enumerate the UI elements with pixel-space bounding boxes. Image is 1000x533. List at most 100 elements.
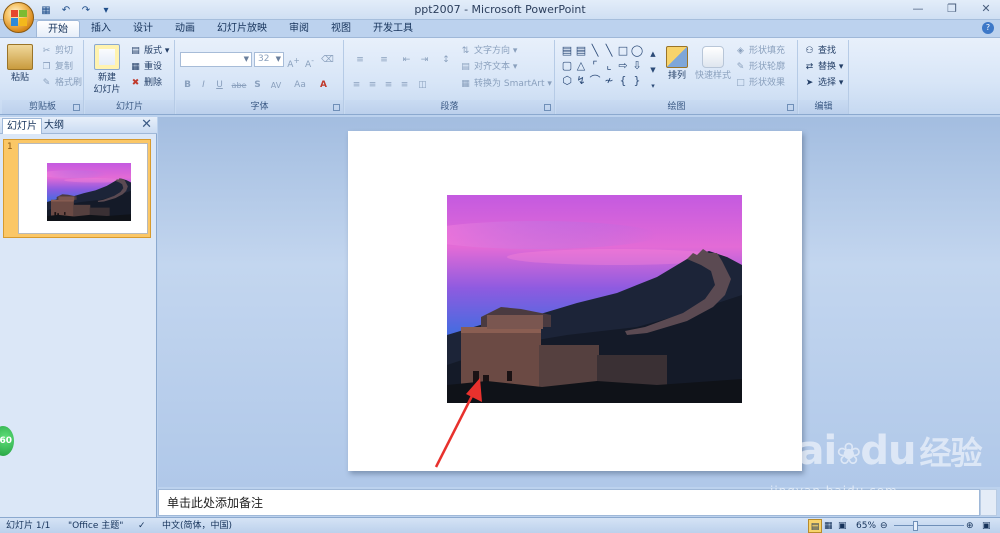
align-left-icon[interactable]: ≡ [349,77,364,92]
down-arrow-shape-icon[interactable]: ⇩ [630,59,644,72]
line-spacing-icon[interactable]: ↕ [437,52,455,67]
shadow-button[interactable]: S [250,77,265,92]
slide-thumbnail-1[interactable]: 1 [3,139,151,238]
gallery-scroll-down-icon[interactable]: ▼ [648,64,658,77]
close-icon[interactable]: ✕ [141,117,152,132]
justify-icon[interactable]: ≡ [397,77,412,92]
shape-fill-button[interactable]: ◈ 形状填充 [734,44,785,59]
hexagon-shape-icon[interactable]: ⬡ [560,74,574,87]
right-arrow-shape-icon[interactable]: ⇨ [616,59,630,72]
great-wall-photo[interactable] [447,195,742,403]
slideshow-view-icon[interactable]: ▣ [838,519,847,533]
clear-format-icon[interactable]: ⌫ [320,52,335,67]
bold-button[interactable]: B [180,77,195,92]
zoom-slider[interactable] [894,525,964,526]
tab-slides-panel[interactable]: 幻灯片 [2,118,42,134]
zoom-level[interactable]: 65% [856,519,876,533]
vertical-textbox-shape-icon[interactable]: ▤ [574,44,588,57]
tab-design[interactable]: 设计 [122,20,164,37]
arc-shape-icon[interactable]: ⌒ [588,74,602,87]
font-color-icon[interactable]: A [316,77,331,92]
select-button[interactable]: ➤ 选择 ▾ [803,76,844,91]
line-shape-icon[interactable]: ╲ [602,44,616,57]
font-launcher-icon[interactable] [333,104,340,111]
gallery-more-icon[interactable]: ▾ [648,80,658,93]
lightning-shape-icon[interactable]: ↯ [574,74,588,87]
freeform-shape-icon[interactable]: ≁ [602,74,616,87]
arrange-button[interactable]: 排列 [662,46,692,82]
align-center-icon[interactable]: ≡ [365,77,380,92]
replace-button[interactable]: ⇄ 替换 ▾ [803,60,844,75]
zoom-in-icon[interactable]: ⊕ [966,519,974,533]
grow-font-icon[interactable]: A+ [286,52,301,70]
restore-icon[interactable]: ❐ [942,1,962,17]
zoom-out-icon[interactable]: ⊖ [880,519,888,533]
tab-review[interactable]: 审阅 [278,20,320,37]
line-shape-icon[interactable]: ╲ [588,44,602,57]
strikethrough-button[interactable]: abe [230,77,248,92]
italic-button[interactable]: I [196,77,211,92]
rectangle-shape-icon[interactable]: □ [616,44,630,57]
increase-indent-icon[interactable]: ⇥ [417,52,432,67]
font-name-combo[interactable]: ▼ [180,52,252,67]
clipboard-launcher-icon[interactable] [73,104,80,111]
underline-button[interactable]: U [212,77,227,92]
copy-button[interactable]: ❐ 复制 [40,60,73,75]
tab-developer[interactable]: 开发工具 [362,20,424,37]
tab-home[interactable]: 开始 [36,20,80,37]
close-icon[interactable]: ✕ [976,1,996,17]
delete-slide-button[interactable]: ✖ 删除 [129,76,162,91]
quick-styles-button[interactable]: 快速样式 [694,46,732,82]
help-icon[interactable]: ? [982,22,994,34]
new-slide-button[interactable]: 新建 幻灯片 [89,44,125,96]
tab-animations[interactable]: 动画 [164,20,206,37]
find-button[interactable]: ⚇ 查找 [803,44,836,59]
tab-outline-panel[interactable]: 大纲 [40,118,68,134]
left-brace-icon[interactable]: { [616,74,630,87]
slide-canvas[interactable] [348,131,802,471]
align-right-icon[interactable]: ≡ [381,77,396,92]
gallery-scroll-up-icon[interactable]: ▲ [648,48,658,61]
shape-outline-button[interactable]: ✎ 形状轮廓 [734,60,785,75]
zoom-slider-thumb[interactable] [913,521,918,531]
columns-icon[interactable]: ◫ [415,77,430,92]
numbering-icon[interactable]: ≡ [373,52,395,67]
elbow-connector-icon[interactable]: ⌜ [588,59,602,72]
cut-button[interactable]: ✂ 剪切 [40,44,73,59]
convert-smartart-button[interactable]: ▦ 转换为 SmartArt ▾ [459,77,552,92]
reset-button[interactable]: ▦ 重设 [129,60,162,75]
elbow-arrow-icon[interactable]: ⌞ [602,59,616,72]
decrease-indent-icon[interactable]: ⇤ [399,52,414,67]
minimize-icon[interactable]: — [908,1,928,17]
fit-window-icon[interactable]: ▣ [982,519,991,533]
slide-info: 幻灯片 1/1 [6,521,51,531]
triangle-shape-icon[interactable]: △ [574,59,588,72]
paragraph-launcher-icon[interactable] [544,104,551,111]
textbox-shape-icon[interactable]: ▤ [560,44,574,57]
layout-button[interactable]: ▤ 版式 ▾ [129,44,169,59]
tab-view[interactable]: 视图 [320,20,362,37]
office-button[interactable] [3,2,34,33]
drawing-launcher-icon[interactable] [787,104,794,111]
format-painter-button[interactable]: ✎ 格式刷 [40,76,82,91]
text-direction-button[interactable]: ⇅ 文字方向 ▾ [459,44,518,59]
layout-icon: ▤ [131,45,140,56]
tab-slideshow[interactable]: 幻灯片放映 [206,20,278,37]
char-spacing-button[interactable]: AV [266,77,286,92]
align-text-button[interactable]: ▤ 对齐文本 ▾ [459,60,517,75]
slide-sorter-icon[interactable]: ▦ [824,519,833,533]
normal-view-icon[interactable]: ▤ [808,519,822,533]
shapes-gallery[interactable]: ▤ ▤ ╲ ╲ □ ◯ ▢ △ ⌜ ⌞ ⇨ ⇩ ⬡ ↯ ⌒ ≁ { } ▲ ▼ … [560,44,660,96]
font-size-combo[interactable]: 32 ▼ [254,52,284,67]
language-indicator[interactable]: 中文(简体，中国) [162,519,232,533]
oval-shape-icon[interactable]: ◯ [630,44,644,57]
right-brace-icon[interactable]: } [630,74,644,87]
shrink-font-icon[interactable]: A- [302,52,317,70]
paste-button[interactable]: 粘贴 [6,44,34,84]
change-case-button[interactable]: Aa [290,77,310,92]
shape-effects-button[interactable]: □ 形状效果 [734,76,785,91]
bullets-icon[interactable]: ≡ [349,52,371,67]
rounded-rect-shape-icon[interactable]: ▢ [560,59,574,72]
spellcheck-icon[interactable]: ✓ [138,519,146,533]
tab-insert[interactable]: 插入 [80,20,122,37]
